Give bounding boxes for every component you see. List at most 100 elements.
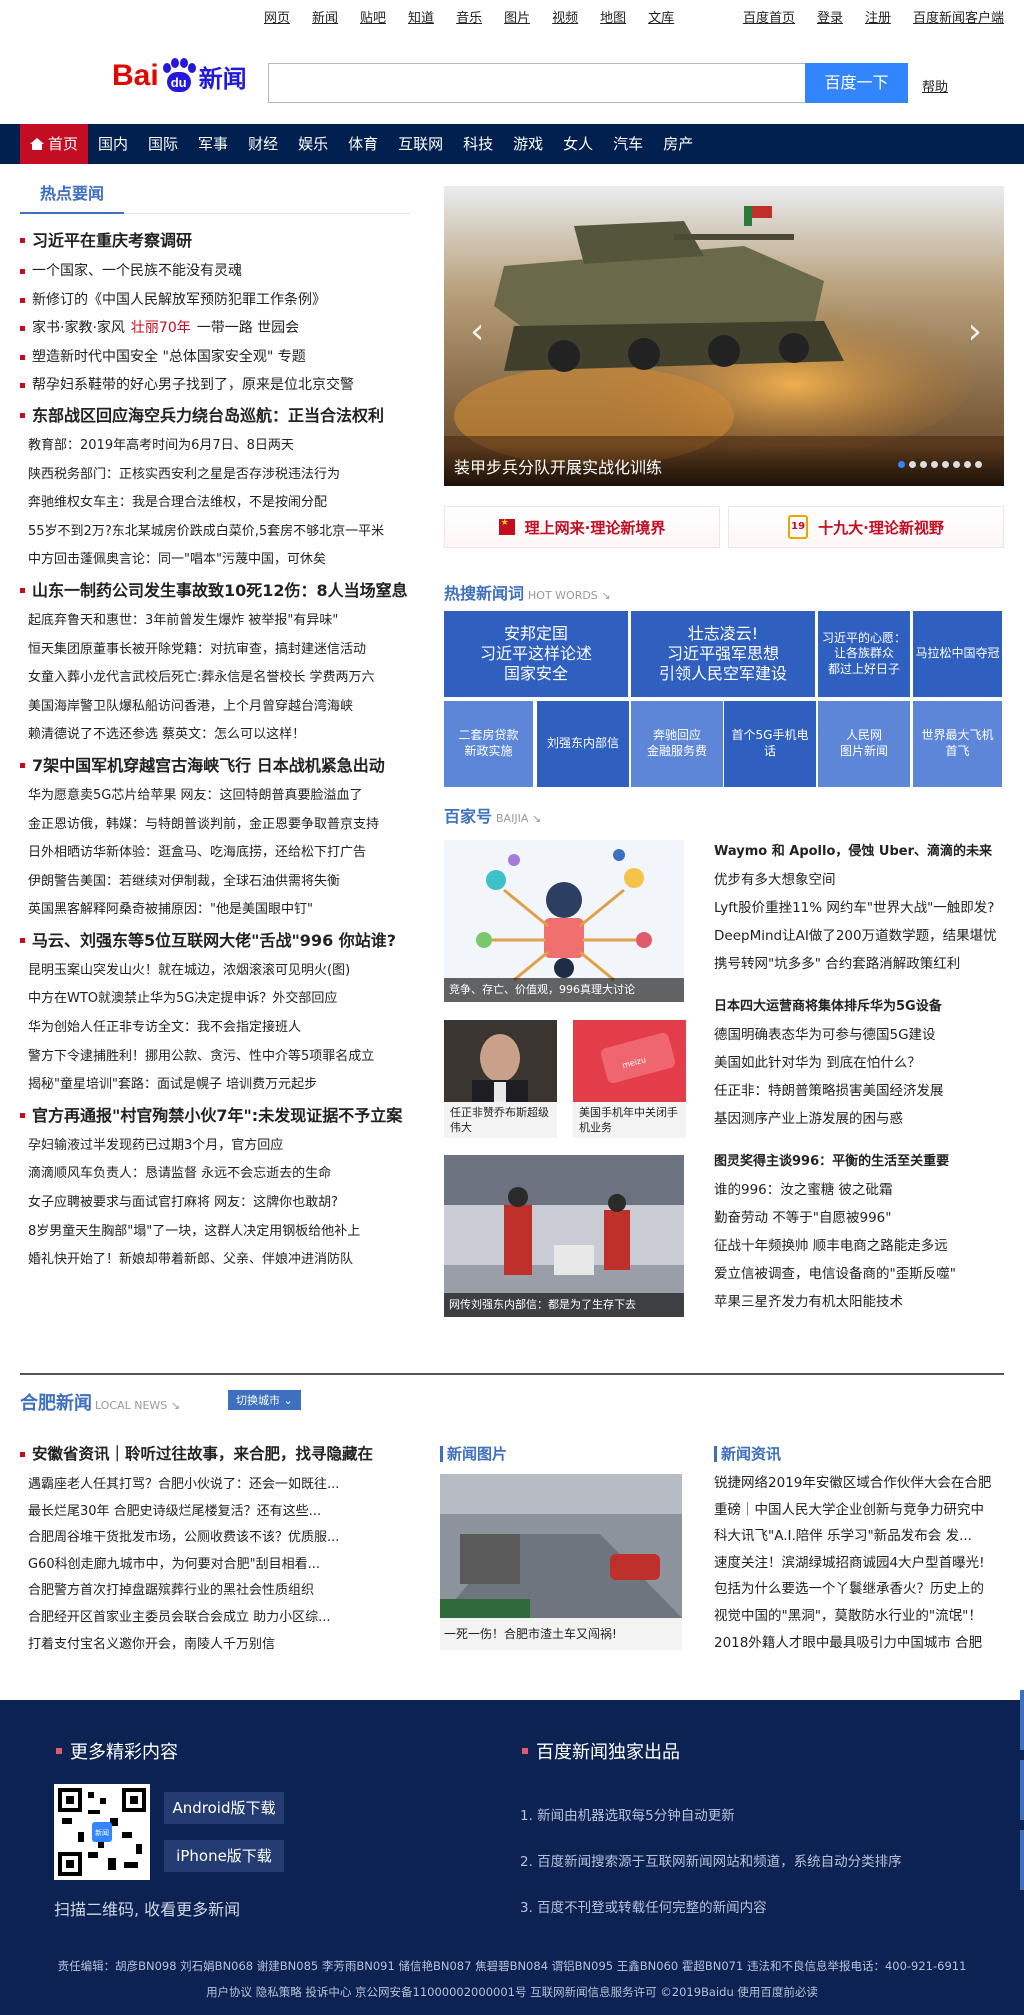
news-item[interactable]: 陕西税务部门：正核实西安利之星是否存涉税违法行为: [20, 461, 410, 490]
news-item[interactable]: 中方回击蓬佩奥言论：同一"唱本"污蔑中国，可休矣: [20, 546, 410, 575]
local-headline[interactable]: 安徽省资讯｜聆听过往故事，来合肥，找寻隐藏在: [20, 1440, 410, 1472]
hotword-tile[interactable]: 二套房贷款 新政实施: [444, 701, 533, 787]
hotword-tile[interactable]: 人民网 图片新闻: [818, 701, 910, 787]
news-item[interactable]: 金正恩访俄，韩媒：与特朗普谈判前，金正恩要争取普京支持: [20, 811, 410, 840]
nav-item-5[interactable]: 娱乐: [288, 124, 338, 164]
news-item[interactable]: 华为愿意卖5G芯片给苹果 网友：这回特朗普真要脸溢血了: [20, 782, 410, 811]
news-info-item[interactable]: 重磅｜中国人民大学企业创新与竞争力研究中: [714, 1497, 1004, 1524]
baijia-headline[interactable]: Waymo 和 Apollo，侵蚀 Uber、滴滴的未来: [714, 838, 1004, 866]
baijia-item[interactable]: 征战十年频换帅 顺丰电商之路能走多远: [714, 1232, 1004, 1260]
hotword-tile[interactable]: 壮志凌云! 习近平强军思想 引领人民空军建设: [631, 611, 815, 697]
hotword-tile[interactable]: 世界最大飞机 首飞: [913, 701, 1002, 787]
local-news-item[interactable]: 遇霸座老人任其打骂？合肥小伙说了：还会一如既往...: [20, 1472, 410, 1499]
headline-item[interactable]: 新修订的《中国人民解放军预防犯罪工作条例》: [20, 286, 410, 315]
local-news-item[interactable]: 合肥经开区首家业主委员会联合会成立 助力小区综...: [20, 1605, 410, 1632]
news-item[interactable]: 警方下令逮捕胜利！挪用公款、贪污、性中介等5项罪名成立: [20, 1043, 410, 1072]
news-info-item[interactable]: 包括为什么要选一个丫鬟继承香火？历史上的: [714, 1576, 1004, 1603]
news-item[interactable]: 起底弃鲁天和惠世：3年前曾发生爆炸 被举报"有异味": [20, 607, 410, 636]
nav-item-9[interactable]: 游戏: [503, 124, 553, 164]
baijia-item[interactable]: 携号转网"坑多多" 合约套路消解政策红利: [714, 950, 1004, 978]
news-info-item[interactable]: 2018外籍人才眼中最具吸引力中国城市 合肥: [714, 1630, 1004, 1657]
headline-item[interactable]: 一个国家、一个民族不能没有灵魂: [20, 257, 410, 286]
search-button[interactable]: 百度一下: [805, 63, 908, 103]
carousel-dot[interactable]: [931, 461, 938, 468]
headline-item[interactable]: 塑造新时代中国安全 "总体国家安全观" 专题: [20, 343, 410, 372]
nav-item-12[interactable]: 房产: [653, 124, 703, 164]
iphone-download-button[interactable]: iPhone版下载: [164, 1840, 284, 1872]
news-item[interactable]: 教育部：2019年高考时间为6月7日、8日两天: [20, 432, 410, 461]
news-item[interactable]: 滴滴顺风车负责人：恳请监督 永远不会忘逝去的生命: [20, 1160, 410, 1189]
nav-item-11[interactable]: 汽车: [603, 124, 653, 164]
local-news-item[interactable]: 合肥警方首次打掉盘踞殡葬行业的黑社会性质组织: [20, 1578, 410, 1605]
news-item[interactable]: 女童入葬小龙代言武校后死亡:葬永信是名誉校长 学费两万六: [20, 664, 410, 693]
news-item[interactable]: 昆明玉案山突发山火！就在城边，浓烟滚滚可见明火(图): [20, 957, 410, 986]
baijia-item[interactable]: 美国如此针对华为 到底在怕什么？: [714, 1049, 1004, 1077]
nav-item-2[interactable]: 国际: [138, 124, 188, 164]
nav-item-7[interactable]: 互联网: [388, 124, 453, 164]
news-item[interactable]: 英国黑客解释阿桑奇被捕原因："他是美国眼中钉": [20, 896, 410, 925]
top-nav-link[interactable]: 音乐: [456, 7, 482, 26]
news-item[interactable]: 美国海岸警卫队爆私船访问香港，上个月曾穿越台湾海峡: [20, 693, 410, 722]
carousel-next-button[interactable]: ›: [968, 311, 982, 352]
baijia-image-phone[interactable]: meizu 美国手机年中关闭手机业务: [573, 1020, 686, 1138]
headline-item[interactable]: 习近平在重庆考察调研: [20, 225, 410, 257]
hotword-tile[interactable]: 习近平的心愿： 让各族群众 都过上好日子: [818, 611, 910, 697]
top-nav-link[interactable]: 文库: [648, 7, 674, 26]
baijia-item[interactable]: 谁的996：汝之蜜糖 彼之砒霜: [714, 1176, 1004, 1204]
nav-item-8[interactable]: 科技: [453, 124, 503, 164]
carousel-dot[interactable]: [964, 461, 971, 468]
news-item[interactable]: 日外相晒访华新体验：逛盒马、吃海底捞，还给松下打广告: [20, 839, 410, 868]
carousel-dot[interactable]: [920, 461, 927, 468]
baijia-item[interactable]: Lyft股价重挫11% 网约车"世界大战"一触即发?: [714, 894, 1004, 922]
group-headline[interactable]: 东部战区回应海空兵力绕台岛巡航：正当合法权利: [20, 400, 410, 432]
news-info-item[interactable]: 锐捷网络2019年安徽区域合作伙伴大会在合肥: [714, 1470, 1004, 1497]
baijia-item[interactable]: DeepMind让AI做了200万道数学题，结果堪忧: [714, 922, 1004, 950]
baijia-image-renzhengfei[interactable]: 任正非赞乔布斯超级伟大: [444, 1020, 557, 1138]
headline-item[interactable]: 家书·家教·家风 壮丽70年 一带一路 世园会: [20, 314, 410, 343]
hotword-tile[interactable]: 奔驰回应 金融服务费: [631, 701, 723, 787]
baijia-image-warehouse[interactable]: 网传刘强东内部信：都是为了生存下去: [444, 1155, 684, 1317]
banner-19th-congress[interactable]: 19 十九大·理论新视野: [728, 506, 1004, 548]
local-news-item[interactable]: 最长烂尾30年 合肥史诗级烂尾楼复活？还有这些...: [20, 1499, 410, 1526]
top-nav-link[interactable]: 新闻: [312, 7, 338, 26]
baijia-item[interactable]: 勤奋劳动 不等于"自愿被996": [714, 1204, 1004, 1232]
news-item[interactable]: 孕妇输液过半发现药已过期3个月，官方回应: [20, 1132, 410, 1161]
news-item[interactable]: 55岁不到2万?东北某城房价跌成白菜价,5套房不够北京一平米: [20, 518, 410, 547]
side-scroll-marker[interactable]: [1020, 1690, 1024, 1750]
baijia-item[interactable]: 任正非：特朗普策略损害美国经济发展: [714, 1077, 1004, 1105]
carousel-dot[interactable]: [942, 461, 949, 468]
side-scroll-marker[interactable]: [1020, 1760, 1024, 1820]
news-item[interactable]: 奔驰维权女车主：我是合理合法维权，不是按闹分配: [20, 489, 410, 518]
search-input[interactable]: [268, 63, 806, 103]
news-item[interactable]: 女子应聘被要求与面试官打麻将 网友：这牌你也敢胡?: [20, 1189, 410, 1218]
top-nav-link[interactable]: 知道: [408, 7, 434, 26]
hotword-tile[interactable]: 安邦定国 习近平这样论述 国家安全: [444, 611, 628, 697]
nav-item-0[interactable]: 首页: [20, 124, 89, 164]
top-nav-link[interactable]: 图片: [504, 7, 530, 26]
headline-item[interactable]: 帮孕妇系鞋带的好心男子找到了，原来是位北京交警: [20, 371, 410, 400]
android-download-button[interactable]: Android版下载: [164, 1792, 284, 1824]
baijia-item[interactable]: 基因测序产业上游发展的困与惑: [714, 1105, 1004, 1133]
hotword-tile[interactable]: 马拉松中国夺冠: [913, 611, 1002, 697]
news-item[interactable]: 中方在WTO就澳禁止华为5G决定提申诉？外交部回应: [20, 985, 410, 1014]
local-news-item[interactable]: G60科创走廊九城市中，为何要对合肥"刮目相看...: [20, 1552, 410, 1579]
group-headline[interactable]: 马云、刘强东等5位互联网大佬"舌战"996 你站谁?: [20, 925, 410, 957]
baijia-headline[interactable]: 日本四大运营商将集体排斥华为5G设备: [714, 993, 1004, 1021]
top-right-link[interactable]: 注册: [865, 7, 891, 26]
top-nav-link[interactable]: 地图: [600, 7, 626, 26]
news-item[interactable]: 婚礼快开始了！新娘却带着新郎、父亲、伴娘冲进消防队: [20, 1246, 410, 1275]
group-headline[interactable]: 7架中国军机穿越宫古海峡飞行 日本战机紧急出动: [20, 750, 410, 782]
top-right-link[interactable]: 百度新闻客户端: [913, 7, 1004, 26]
carousel-dot[interactable]: [909, 461, 916, 468]
top-nav-link[interactable]: 视频: [552, 7, 578, 26]
news-item[interactable]: 华为创始人任正非专访全文：我不会指定接班人: [20, 1014, 410, 1043]
baijia-feature-image[interactable]: 竞争、存亡、价值观，996真理大讨论: [444, 840, 684, 1002]
side-scroll-marker[interactable]: [1020, 1830, 1024, 1890]
hotword-tile[interactable]: 首个5G手机电话: [724, 701, 816, 787]
nav-item-6[interactable]: 体育: [338, 124, 388, 164]
news-item[interactable]: 伊朗警告美国：若继续对伊制裁，全球石油供需将失衡: [20, 868, 410, 897]
carousel-dot[interactable]: [953, 461, 960, 468]
top-right-link[interactable]: 百度首页: [743, 7, 795, 26]
nav-item-10[interactable]: 女人: [553, 124, 603, 164]
baijia-item[interactable]: 德国明确表态华为可参与德国5G建设: [714, 1021, 1004, 1049]
